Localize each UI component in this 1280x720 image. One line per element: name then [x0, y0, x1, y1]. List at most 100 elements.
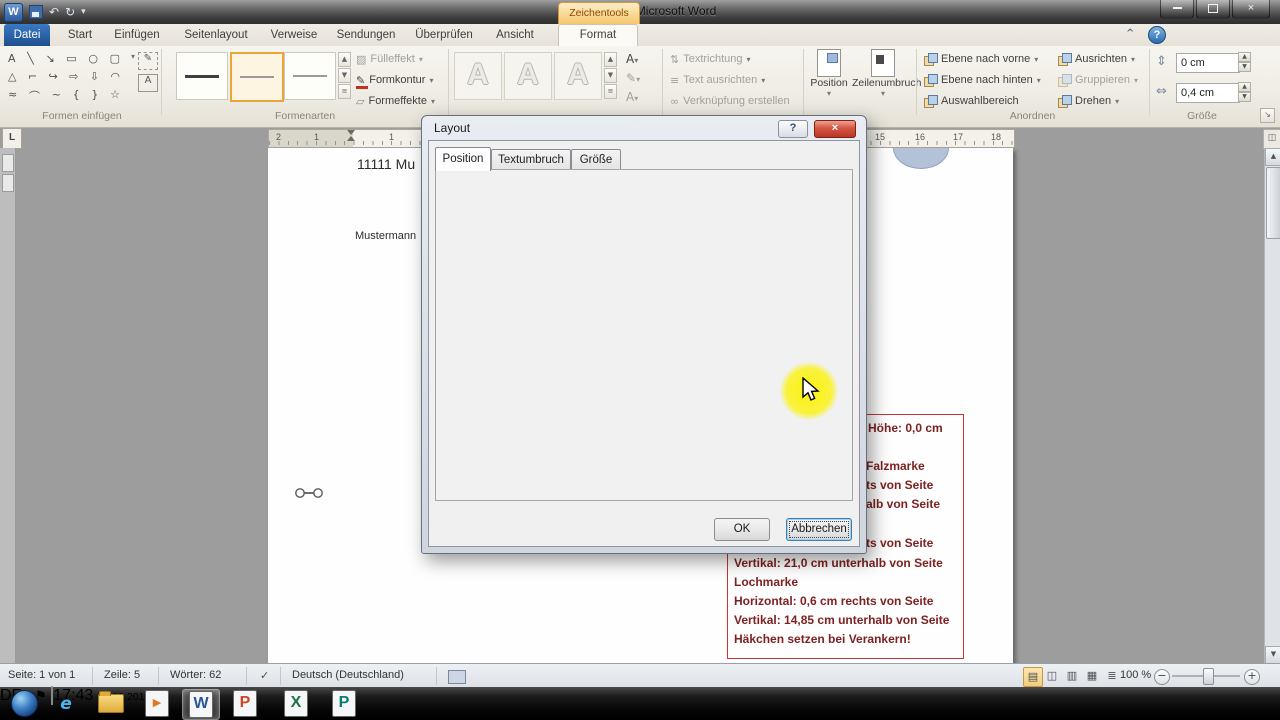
tab-stop-selector[interactable]: L [2, 128, 22, 149]
gallery-more-icon[interactable]: ▾ [131, 52, 135, 61]
zoom-in-button[interactable]: + [1244, 669, 1260, 685]
align-objects-button[interactable]: Ausrichten ▾ [1058, 50, 1135, 68]
text-direction-button[interactable]: ⇅ Textrichtung ▾ [670, 50, 751, 68]
text-effects-icon[interactable]: A▾ [626, 90, 638, 104]
gallery-expand-icon[interactable]: ≡ [338, 84, 351, 99]
wave-shape-icon[interactable]: ~ [52, 88, 61, 104]
right-arrow-shape-icon[interactable]: ⇨ [69, 70, 78, 83]
view-print-layout-button[interactable]: ▤ [1023, 667, 1043, 687]
scroll-up-icon[interactable]: ▲ [604, 52, 617, 67]
right-brace-shape-icon[interactable]: } [91, 88, 98, 104]
scroll-up-icon[interactable]: ▲ [338, 52, 351, 67]
dialog-tab-textumbruch[interactable]: Textumbruch [491, 149, 571, 171]
taskbar-utility[interactable] [423, 689, 459, 718]
oval-shape-icon[interactable]: ○ [88, 52, 98, 65]
down-arrow-shape-icon[interactable]: ⇩ [90, 70, 99, 83]
textbox-shape-icon[interactable]: A [8, 52, 16, 65]
create-link-button[interactable]: ∞ Verknüpfung erstellen [670, 92, 790, 110]
scroll-down-icon[interactable]: ▼ [338, 68, 351, 83]
dialog-help-button[interactable]: ? [778, 120, 808, 138]
send-backward-button[interactable]: Ebene nach hinten ▾ [924, 71, 1041, 89]
taskbar-powerpoint[interactable]: P [227, 689, 263, 718]
shape-style-thumb-3[interactable] [284, 52, 336, 100]
edit-shape-icon[interactable]: ✎ [138, 52, 158, 70]
zoom-level[interactable]: 100 % [1120, 669, 1151, 681]
spellcheck-icon[interactable]: ✓ [260, 669, 269, 682]
wordart-scrollbar[interactable]: ▲ ▼ ≡ [604, 52, 617, 99]
help-icon[interactable]: ? [1148, 26, 1166, 44]
position-button[interactable]: Position ▾ [806, 49, 852, 113]
cancel-button[interactable]: Abbrechen [786, 518, 852, 541]
taskbar-publisher[interactable]: P [326, 689, 362, 718]
dialog-tab-position[interactable]: Position [435, 147, 491, 171]
scribble-shape-icon[interactable]: ≈ [8, 88, 17, 104]
bring-forward-button[interactable]: Ebene nach vorne ▾ [924, 50, 1038, 68]
scrollbar-thumb[interactable] [1266, 167, 1280, 239]
group-objects-button[interactable]: Gruppieren ▾ [1058, 71, 1138, 89]
triangle-shape-icon[interactable]: △ [8, 70, 16, 83]
vertical-scrollbar[interactable]: ▲ ▼ [1264, 148, 1280, 663]
tab-sendungen[interactable]: Sendungen [330, 24, 402, 46]
wordart-style-thumb-2[interactable]: A [504, 52, 552, 100]
status-line[interactable]: Zeile: 5 [104, 669, 140, 681]
draw-textbox-icon[interactable]: A [138, 74, 158, 92]
selection-pane-button[interactable]: Auswahlbereich [924, 92, 1019, 110]
tab-ueberpruefen[interactable]: Überprüfen [408, 24, 480, 46]
star-shape-icon[interactable]: ☆ [110, 88, 120, 104]
dialog-close-button[interactable]: × [814, 120, 856, 138]
view-fullscreen-reading-button[interactable]: ◫ [1043, 667, 1061, 685]
minimize-ribbon-icon[interactable]: ^ [1126, 28, 1134, 39]
tab-format[interactable]: Format [558, 24, 638, 48]
taskbar-explorer[interactable] [93, 689, 129, 718]
line-shape-icon[interactable]: ╲ [27, 52, 34, 65]
undo-icon[interactable]: ↶ [49, 4, 59, 20]
dialog-tab-groesse[interactable]: Größe [571, 149, 621, 171]
taskbar-firefox[interactable] [376, 689, 412, 718]
keyboard-tray-icon[interactable] [448, 670, 466, 684]
save-icon[interactable] [29, 5, 43, 19]
status-words[interactable]: Wörter: 62 [170, 669, 221, 681]
view-draft-button[interactable]: ≣ [1103, 667, 1121, 685]
gallery-expand-icon[interactable]: ≡ [604, 84, 617, 99]
size-dialog-launcher-icon[interactable]: ↘ [1260, 108, 1275, 123]
ruler-toggle-button[interactable]: ◫ [1263, 129, 1280, 149]
hanging-indent-marker[interactable] [347, 136, 355, 141]
arc-shape-icon[interactable]: ◠ [110, 70, 120, 83]
rounded-rect-shape-icon[interactable]: ▢ [110, 52, 120, 65]
vertical-ruler[interactable] [0, 148, 16, 663]
redo-icon[interactable]: ↻ [65, 4, 75, 20]
shape-outline-button[interactable]: ✎ Formkontur ▾ [356, 71, 433, 89]
shape-effects-button[interactable]: ▱ Formeffekte ▾ [356, 92, 435, 110]
text-outline-icon[interactable]: ✎▾ [626, 71, 640, 85]
close-button[interactable]: × [1232, 0, 1270, 19]
left-brace-shape-icon[interactable]: { [73, 88, 80, 104]
arrow-shape-icon[interactable]: ↘ [45, 52, 54, 65]
wrap-text-button[interactable]: Zeilenumbruch ▾ [852, 49, 914, 113]
view-web-layout-button[interactable]: ▥ [1063, 667, 1081, 685]
wordart-style-thumb-1[interactable]: A [454, 52, 502, 100]
scroll-down-icon[interactable]: ▼ [604, 68, 617, 83]
shape-width-input[interactable]: 0,4 cm [1176, 83, 1240, 103]
scroll-up-button[interactable]: ▲ [1265, 148, 1280, 166]
shape-width-stepper[interactable]: ▲▼ [1238, 82, 1251, 102]
tab-datei[interactable]: Datei [4, 24, 50, 46]
ok-button[interactable]: OK [714, 518, 770, 541]
qat-customize-icon[interactable]: ▾ [81, 4, 86, 20]
shape-style-scrollbar[interactable]: ▲ ▼ ≡ [338, 52, 351, 99]
start-button[interactable] [6, 689, 42, 718]
tab-seitenlayout[interactable]: Seitenlayout [174, 24, 258, 46]
status-page[interactable]: Seite: 1 von 1 [8, 669, 75, 681]
shape-height-stepper[interactable]: ▲▼ [1238, 52, 1251, 72]
first-line-indent-marker[interactable] [347, 130, 355, 135]
curve-shape-icon[interactable]: ⌒ [29, 88, 40, 104]
text-fill-icon[interactable]: A▾ [626, 52, 638, 66]
taskbar-excel[interactable]: X [278, 689, 314, 718]
scroll-down-button[interactable]: ▼ [1265, 646, 1280, 664]
taskbar-word-active[interactable]: W [182, 689, 220, 720]
tab-einfuegen[interactable]: Einfügen [106, 24, 168, 46]
view-outline-button[interactable]: ▦ [1083, 667, 1101, 685]
shape-fill-button[interactable]: ▨ Fülleffekt ▾ [356, 50, 423, 68]
shape-style-thumb-2-selected[interactable] [230, 52, 284, 102]
tab-ansicht[interactable]: Ansicht [486, 24, 544, 46]
word-logo-icon[interactable]: W [4, 3, 23, 22]
